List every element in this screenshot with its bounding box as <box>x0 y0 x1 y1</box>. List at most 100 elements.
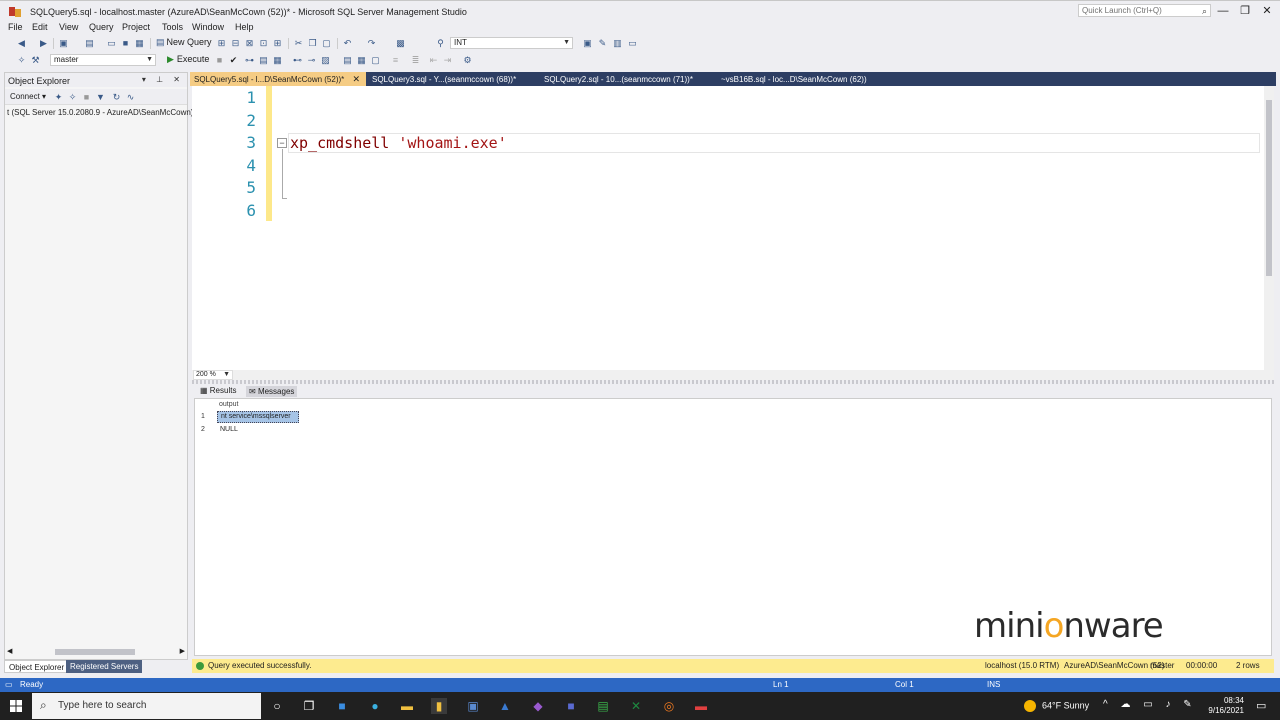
activity-monitor-icon[interactable]: ▩ <box>395 38 406 49</box>
close-icon[interactable]: ✕ <box>352 74 360 85</box>
cortana-icon[interactable]: ○ <box>269 698 285 714</box>
results-file-icon[interactable]: ▢ <box>370 55 381 66</box>
database-dropdown[interactable]: master ▼ <box>50 54 156 66</box>
code-line[interactable]: xp_cmdshell 'whoami.exe' <box>290 133 507 153</box>
query-db-icon[interactable]: ⊞ <box>216 38 227 49</box>
include-plan-icon[interactable]: ⊷ <box>292 55 303 66</box>
horizontal-scrollbar[interactable]: ◀ ▶ <box>7 647 185 657</box>
ssms-taskbar-icon[interactable]: ▮ <box>431 698 447 714</box>
excel-icon[interactable]: ✕ <box>628 698 644 714</box>
row-number[interactable]: 1 <box>201 413 205 420</box>
weather-widget[interactable]: 64°F Sunny <box>1024 700 1089 712</box>
server-node[interactable]: t (SQL Server 15.0.2080.9 - AzureAD\Sean… <box>7 108 193 117</box>
back-icon[interactable]: ◀ <box>16 38 27 49</box>
query-dax-icon[interactable]: ⊞ <box>272 38 283 49</box>
row-number[interactable]: 2 <box>201 426 205 433</box>
add-icon[interactable]: ✧ <box>16 55 27 66</box>
clock[interactable]: 08:34 9/16/2021 <box>1204 696 1244 716</box>
filter-icon[interactable]: ▼ <box>95 92 106 103</box>
notepad-plus-icon[interactable]: ▤ <box>595 698 611 714</box>
copy-icon[interactable]: ❐ <box>307 38 318 49</box>
scroll-left-icon[interactable]: ◀ <box>7 647 12 655</box>
toolbox-icon[interactable]: ▥ <box>612 38 623 49</box>
find-icon[interactable]: ⚲ <box>435 38 446 49</box>
window-layout-icon[interactable]: ▭ <box>627 38 638 49</box>
query-mdx-icon[interactable]: ⊟ <box>230 38 241 49</box>
type-dropdown[interactable]: INT ▼ <box>450 37 573 49</box>
scroll-right-icon[interactable]: ▶ <box>180 647 185 655</box>
tab-object-explorer[interactable]: Object Explorer <box>4 660 70 673</box>
stop-icon[interactable]: ■ <box>81 92 92 103</box>
query-editor[interactable]: 1 2 3 4 5 6 − xp_cmdshell 'whoami.exe' <box>192 86 1274 370</box>
collapse-icon[interactable]: − <box>277 138 287 148</box>
menu-file[interactable]: File <box>8 22 23 32</box>
task-view-icon[interactable]: ❐ <box>301 698 317 714</box>
file-explorer-icon[interactable]: ▬ <box>399 698 415 714</box>
menu-tools[interactable]: Tools <box>162 22 183 32</box>
paste-icon[interactable]: ▢ <box>321 38 332 49</box>
results-to-text-icon[interactable]: ▤ <box>342 55 353 66</box>
panel-controls[interactable]: ▾ ⊥ ✕ <box>142 75 184 84</box>
save-icon[interactable]: ■ <box>120 38 131 49</box>
menu-edit[interactable]: Edit <box>32 22 48 32</box>
tab-registered-servers[interactable]: Registered Servers <box>66 660 143 673</box>
tab-sqlquery5[interactable]: SQLQuery5.sql - l...D\SeanMcCown (52))* … <box>190 72 366 86</box>
stop-icon[interactable]: ■ <box>214 55 225 66</box>
taskbar-search-input[interactable]: ⌕ Type here to search <box>32 693 261 719</box>
tab-sqlquery2[interactable]: SQLQuery2.sql - 10...(seanmccown (71))* <box>540 72 697 86</box>
undo-icon[interactable]: ↶ <box>342 38 353 49</box>
scrollbar-thumb[interactable] <box>1266 100 1272 276</box>
properties-icon[interactable]: ✎ <box>597 38 608 49</box>
scrollbar-thumb[interactable] <box>55 649 135 655</box>
comment-icon[interactable]: ≡ <box>390 55 401 66</box>
new-project-icon[interactable]: ▣ <box>58 38 69 49</box>
restore-button[interactable]: ❐ <box>1234 3 1256 19</box>
azure-icon[interactable]: ▲ <box>497 698 513 714</box>
grid-cell-selected[interactable]: nt service\mssqlserver <box>217 411 299 423</box>
tab-messages[interactable]: ✉ Messages <box>246 386 298 397</box>
query-xmla-icon[interactable]: ⊡ <box>258 38 269 49</box>
uncomment-icon[interactable]: ≣ <box>410 55 421 66</box>
filter-icon[interactable]: ⚒ <box>30 55 41 66</box>
tab-sqlquery3[interactable]: SQLQuery3.sql - Y...(seanmccown (68))* <box>368 72 520 86</box>
query-dmx-icon[interactable]: ⊠ <box>244 38 255 49</box>
outdent-icon[interactable]: ⇤ <box>428 55 439 66</box>
zoom-dropdown[interactable]: 200 % ▼ <box>193 370 233 380</box>
open-file-icon[interactable]: ▭ <box>106 38 117 49</box>
column-header[interactable]: output <box>219 401 238 408</box>
solution-explorer-icon[interactable]: ▣ <box>582 38 593 49</box>
system-tray-icons[interactable]: ^ ☁ ▭ ♪ ✎ <box>1103 699 1197 710</box>
live-stats-icon[interactable]: ⊸ <box>306 55 317 66</box>
obs-icon[interactable]: ◎ <box>661 698 677 714</box>
new-query-button[interactable]: ▤ New Query <box>156 37 212 48</box>
results-to-grid-icon[interactable]: ▦ <box>272 55 283 66</box>
parse-check-icon[interactable]: ✔ <box>228 55 239 66</box>
display-plan-icon[interactable]: ⊶ <box>244 55 255 66</box>
edge-icon[interactable]: ● <box>367 698 383 714</box>
activity-icon[interactable]: ∿ <box>125 92 136 103</box>
execute-button[interactable]: ▶ Execute <box>167 54 209 65</box>
screen-recorder-icon[interactable]: ▬ <box>693 698 709 714</box>
grid-cell[interactable]: NULL <box>217 425 241 434</box>
teams-icon[interactable]: ■ <box>563 698 579 714</box>
redo-icon[interactable]: ↷ <box>366 38 377 49</box>
outlook-icon[interactable]: ■ <box>334 698 350 714</box>
menu-view[interactable]: View <box>59 22 78 32</box>
connect-button[interactable]: Connect ▾ <box>10 92 46 101</box>
vertical-scrollbar[interactable] <box>1264 86 1274 370</box>
save-all-icon[interactable]: ▦ <box>134 38 145 49</box>
windows-start-icon[interactable] <box>10 700 22 712</box>
query-designer-icon[interactable]: ▤ <box>258 55 269 66</box>
cut-icon[interactable]: ✂ <box>293 38 304 49</box>
visual-studio-icon[interactable]: ◆ <box>530 698 546 714</box>
connect-icon[interactable]: ✦ <box>53 92 64 103</box>
results-grid-icon[interactable]: ▦ <box>356 55 367 66</box>
close-button[interactable]: ✕ <box>1256 3 1278 19</box>
sql-tool-icon[interactable]: ▣ <box>465 698 481 714</box>
client-stats-icon[interactable]: ▨ <box>320 55 331 66</box>
menu-project[interactable]: Project <box>122 22 150 32</box>
tab-results[interactable]: ▦ Results <box>200 386 236 395</box>
menu-help[interactable]: Help <box>235 22 254 32</box>
minimize-button[interactable]: — <box>1212 3 1234 19</box>
menu-query[interactable]: Query <box>89 22 114 32</box>
